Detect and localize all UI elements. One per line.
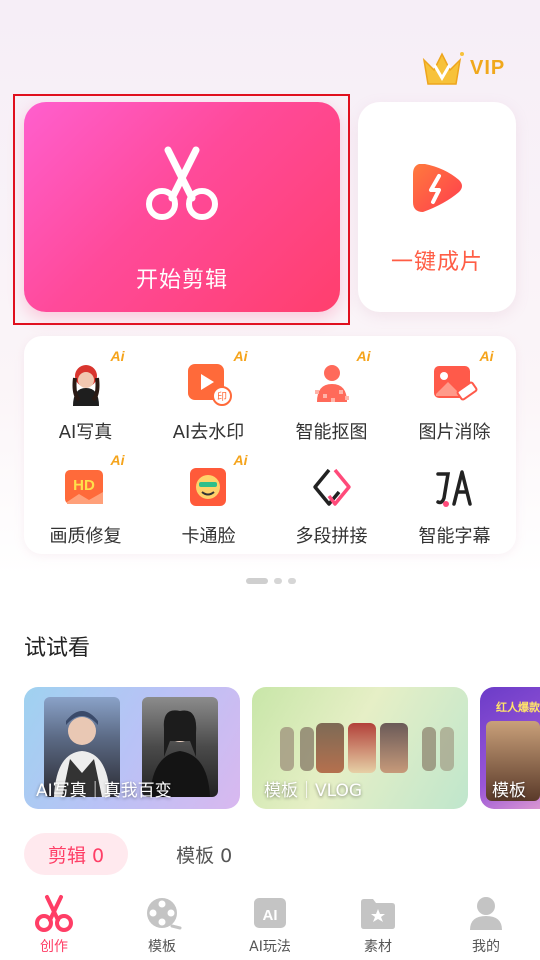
tool-multi-splice[interactable]: 多段拼接 [270,440,393,547]
tool-ai-watermark[interactable]: 印 Ai AI去水印 [147,336,270,443]
start-edit-label: 开始剪辑 [135,268,228,293]
ai-badge: Ai [356,348,371,364]
vlog-frame [300,727,314,771]
vlog-frame [380,723,408,773]
crown-icon [422,52,464,85]
ai-badge: Ai [233,348,248,364]
tool-label: 画质修复 [49,526,122,547]
tool-ai-portrait[interactable]: Ai AI写真 [24,336,147,443]
tool-label: 智能字幕 [418,526,491,547]
start-edit-button[interactable]: 开始剪辑 [24,102,340,312]
tool-smart-subtitle[interactable]: 智能字幕 [393,440,516,547]
cutout-icon: Ai [309,348,371,406]
tool-cartoon-face[interactable]: Ai 卡通脸 [147,440,270,547]
vlog-frame [316,723,344,773]
tool-image-erase[interactable]: Ai 图片消除 [393,336,516,443]
nav-templates[interactable]: 模板 [108,888,216,960]
nav-label: 素材 [364,939,392,955]
nav-ai-play[interactable]: AI AI玩法 [216,888,324,960]
vlog-frame [422,727,436,771]
nav-label: 模板 [148,939,176,955]
one-click-label: 一键成片 [390,250,483,275]
scissors-icon [146,146,218,220]
try-card-caption: 模板｜VLOG [264,781,363,801]
nav-materials[interactable]: 素材 [324,888,432,960]
ai-badge: Ai [233,452,248,468]
tab-template-projects[interactable]: 模板 0 [176,841,232,868]
folder-icon [361,899,395,929]
bottom-nav: 创作 模板 AI AI玩法 素材 我的 [0,888,540,960]
tool-smart-cutout[interactable]: Ai 智能抠图 [270,336,393,443]
nav-label: AI玩法 [249,939,291,955]
tool-hd-repair[interactable]: HD Ai 画质修复 [24,440,147,547]
try-card-vlog[interactable]: 模板｜VLOG [252,687,468,809]
one-click-video-button[interactable]: 一键成片 [358,102,516,312]
tool-label: 多段拼接 [295,526,368,547]
try-card-template[interactable]: 红人爆款 模板 [480,687,540,809]
vip-label: VIP [470,56,506,79]
scissors-icon [35,895,73,932]
try-card-caption: AI写真｜真我百变 [36,781,172,801]
tool-label: 卡通脸 [181,526,236,547]
nav-profile[interactable]: 我的 [432,888,540,960]
svg-text:印: 印 [217,391,227,403]
vlog-frame [440,727,454,771]
ai-icon: AI [254,898,286,928]
splice-icon [309,464,355,510]
section-title: 试试看 [24,636,91,661]
watermark-remove-icon: 印 Ai [186,348,248,406]
subtitle-icon [432,464,478,510]
quick-video-icon [413,164,462,212]
film-reel-icon [147,898,182,930]
try-card-headline: 红人爆款 [496,701,540,714]
hd-icon: HD Ai [63,452,125,510]
vlog-frame [348,723,376,773]
ai-badge: Ai [110,348,125,364]
tab-edit-projects[interactable]: 剪辑 0 [24,833,129,875]
ai-badge: Ai [110,452,125,468]
tools-panel: Ai AI写真 印 Ai AI去水印 Ai 智能抠图 Ai 图片消除 HD Ai… [24,336,516,554]
vlog-frame [280,727,294,771]
page-indicator [246,578,306,584]
nav-create[interactable]: 创作 [0,888,108,960]
cartoon-face-icon: Ai [186,452,248,510]
nav-label: 我的 [472,939,500,955]
project-tabs: 剪辑 0 模板 0 [24,833,232,875]
try-card-caption: 模板 [492,781,526,801]
user-icon [470,897,502,930]
svg-text:HD: HD [73,477,95,494]
nav-label: 创作 [40,939,68,955]
ai-badge: Ai [479,348,494,364]
portrait-icon: Ai [63,348,125,406]
vip-button[interactable]: VIP [418,46,518,90]
try-card-ai-portrait[interactable]: AI写真｜真我百变 [24,687,240,809]
svg-text:AI: AI [263,907,278,924]
image-erase-icon: Ai [432,348,494,406]
